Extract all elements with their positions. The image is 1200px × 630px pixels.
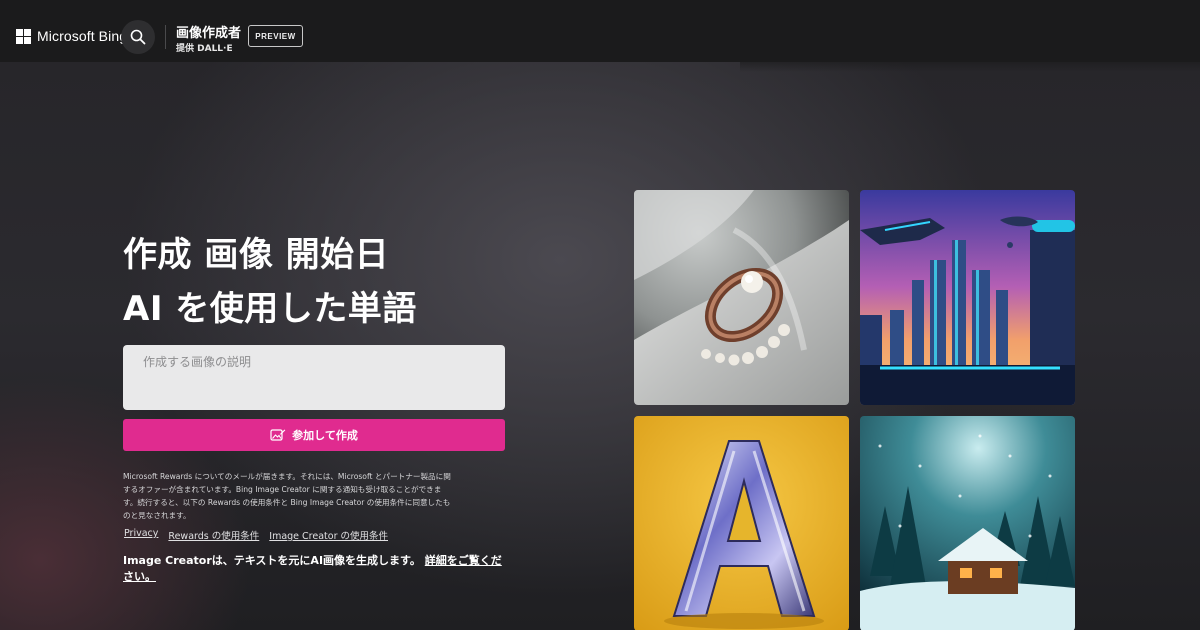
brand-name: Microsoft Bing [37,28,128,44]
preview-badge: PREVIEW [248,25,303,47]
bing-logo[interactable]: Microsoft Bing [16,28,127,44]
footer-note: Image Creatorは、テキストを元にAI画像を生成します。 詳細をご覧く… [123,553,508,585]
rewards-disclaimer: Microsoft Rewards についてのメールが届きます。それには、Mic… [123,472,451,520]
headline-line-2: AI を使用した単語 [123,289,417,329]
header-shadow [740,62,1200,72]
join-and-create-label: 参加して作成 [292,429,358,442]
image-create-icon [270,429,286,441]
rewards-terms-link[interactable]: Rewards の使用条件 [168,528,259,542]
gallery-image-city[interactable] [860,190,1075,405]
product-subtitle: 提供 DALL·E [176,44,233,54]
footer-text: Image Creatorは、テキストを元にAI画像を生成します。 [123,554,421,567]
gallery-image-ring[interactable] [634,190,849,405]
search-icon [130,29,146,45]
product-title[interactable]: 画像作成者 [176,22,241,41]
headline-line-1: 作成 画像 開始日 [123,235,390,275]
search-button[interactable] [121,20,155,54]
header-divider [165,25,166,49]
hero-headline: 作成 画像 開始日 AI を使用した単語 [123,228,417,336]
join-and-create-button[interactable]: 参加して作成 [123,419,505,451]
gallery-image-cabin[interactable] [860,416,1075,630]
privacy-link[interactable]: Privacy [124,528,158,542]
prompt-input[interactable] [123,345,505,410]
image-creator-terms-link[interactable]: Image Creator の使用条件 [269,528,388,542]
top-bar: Microsoft Bing 画像作成者 提供 DALL·E PREVIEW [0,0,1200,62]
gallery-image-letter-a[interactable] [634,416,849,630]
microsoft-logo-icon [16,28,31,44]
legal-links: Privacy Rewards の使用条件 Image Creator の使用条… [124,528,388,542]
